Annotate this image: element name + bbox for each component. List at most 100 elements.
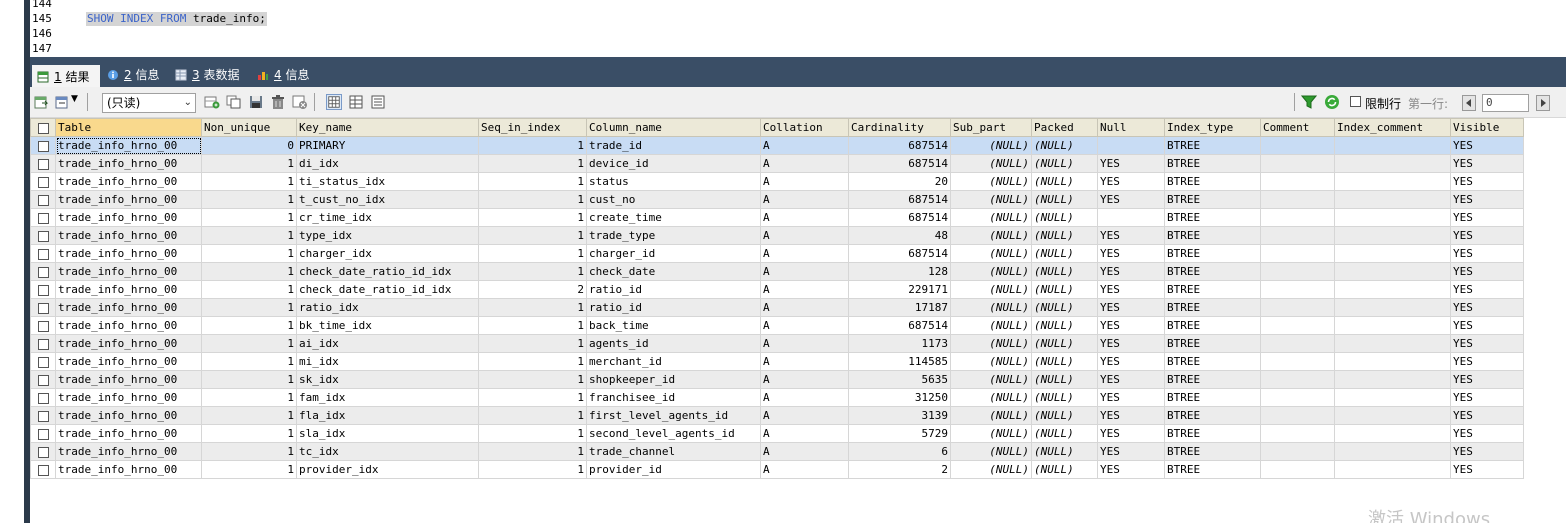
grid-cell[interactable]: BTREE [1164, 298, 1261, 317]
grid-cell[interactable] [1260, 190, 1335, 209]
grid-cell[interactable] [1260, 424, 1335, 443]
grid-cell[interactable]: YES [1450, 262, 1524, 281]
grid-cell[interactable]: 687514 [848, 154, 951, 173]
grid-cell[interactable]: ti_status_idx [296, 172, 479, 191]
row-checkbox[interactable] [37, 194, 49, 206]
grid-cell[interactable]: A [760, 226, 849, 245]
grid-cell[interactable]: 1 [478, 334, 587, 353]
grid-cell[interactable]: mi_idx [296, 352, 479, 371]
grid-cell[interactable]: 1 [201, 424, 297, 443]
grid-cell[interactable]: sla_idx [296, 424, 479, 443]
tab-results[interactable]: 1 结果 [32, 65, 100, 87]
grid-cell[interactable]: YES [1450, 298, 1524, 317]
grid-cell[interactable]: (NULL) [1031, 352, 1098, 371]
grid-cell[interactable] [1334, 172, 1451, 191]
grid-cell[interactable]: BTREE [1164, 172, 1261, 191]
grid-cell[interactable]: check_date [586, 262, 761, 281]
tab-info-2[interactable]: 4 信息 [252, 65, 322, 87]
grid-cell[interactable]: A [760, 136, 849, 155]
grid-cell[interactable]: YES [1097, 352, 1165, 371]
grid-cell[interactable] [1260, 460, 1335, 479]
grid-cell[interactable]: 1 [478, 190, 587, 209]
grid-cell[interactable]: (NULL) [950, 190, 1032, 209]
grid-cell[interactable]: YES [1450, 280, 1524, 299]
table-row[interactable]: trade_info_hrno_00 1 cr_time_idx 1 create_ti… [30, 208, 1524, 227]
grid-cell[interactable] [1334, 280, 1451, 299]
grid-cell[interactable]: trade_info_hrno_00 [55, 208, 202, 227]
text-view-icon[interactable] [370, 94, 386, 110]
grid-cell[interactable] [1334, 316, 1451, 335]
column-header[interactable]: Cardinality [848, 118, 951, 137]
grid-cell[interactable]: trade_info_hrno_00 [55, 442, 202, 461]
grid-cell[interactable]: BTREE [1164, 136, 1261, 155]
grid-cell[interactable]: 1 [201, 244, 297, 263]
grid-cell[interactable]: di_idx [296, 154, 479, 173]
grid-cell[interactable]: 1 [201, 262, 297, 281]
grid-cell[interactable]: fam_idx [296, 388, 479, 407]
row-checkbox[interactable] [37, 212, 49, 224]
grid-cell[interactable]: 128 [848, 262, 951, 281]
table-row[interactable]: trade_info_hrno_00 1 charger_idx 1 charger_i… [30, 244, 1524, 263]
grid-cell[interactable]: BTREE [1164, 280, 1261, 299]
row-checkbox[interactable] [37, 338, 49, 350]
grid-cell[interactable]: ratio_id [586, 280, 761, 299]
grid-cell[interactable]: 6 [848, 442, 951, 461]
table-row[interactable]: trade_info_hrno_00 1 tc_idx 1 trade_channel A… [30, 442, 1524, 461]
grid-cell[interactable] [1334, 334, 1451, 353]
grid-cell[interactable]: trade_info_hrno_00 [55, 154, 202, 173]
column-header[interactable]: Non_unique [201, 118, 297, 137]
grid-cell[interactable]: BTREE [1164, 208, 1261, 227]
grid-cell[interactable]: 114585 [848, 352, 951, 371]
grid-cell[interactable]: (NULL) [1031, 442, 1098, 461]
grid-cell[interactable]: BTREE [1164, 262, 1261, 281]
grid-cell[interactable] [1260, 244, 1335, 263]
grid-cell[interactable]: 5729 [848, 424, 951, 443]
table-row[interactable]: trade_info_hrno_00 1 ratio_idx 1 ratio_id A 17… [30, 298, 1524, 317]
grid-cell[interactable]: YES [1097, 460, 1165, 479]
grid-cell[interactable]: 1 [201, 334, 297, 353]
grid-cell[interactable]: 1173 [848, 334, 951, 353]
grid-cell[interactable]: YES [1097, 244, 1165, 263]
grid-cell[interactable]: 1 [201, 352, 297, 371]
grid-cell[interactable]: 1 [478, 406, 587, 425]
grid-cell[interactable]: YES [1450, 316, 1524, 335]
grid-cell[interactable]: trade_info_hrno_00 [55, 298, 202, 317]
grid-cell[interactable] [1334, 226, 1451, 245]
grid-cell[interactable]: 1 [478, 316, 587, 335]
column-header[interactable]: Packed [1031, 118, 1098, 137]
grid-cell[interactable]: (NULL) [1031, 154, 1098, 173]
grid-cell[interactable]: (NULL) [950, 298, 1032, 317]
grid-cell[interactable]: A [760, 262, 849, 281]
grid-cell[interactable]: YES [1097, 424, 1165, 443]
grid-cell[interactable] [1260, 334, 1335, 353]
grid-cell[interactable] [1260, 136, 1335, 155]
next-page-icon[interactable] [1536, 95, 1550, 111]
grid-cell[interactable] [1334, 190, 1451, 209]
grid-cell[interactable]: (NULL) [950, 226, 1032, 245]
grid-cell[interactable]: 1 [201, 190, 297, 209]
grid-cell[interactable] [1334, 208, 1451, 227]
table-row[interactable]: trade_info_hrno_00 1 type_idx 1 trade_type A 4… [30, 226, 1524, 245]
grid-cell[interactable]: trade_info_hrno_00 [55, 262, 202, 281]
row-checkbox-cell[interactable] [30, 280, 56, 299]
select-all-checkbox[interactable] [37, 122, 49, 134]
row-checkbox[interactable] [37, 248, 49, 260]
grid-cell[interactable]: (NULL) [1031, 244, 1098, 263]
discard-changes-icon[interactable] [292, 94, 308, 110]
grid-cell[interactable] [1334, 352, 1451, 371]
grid-cell[interactable]: trade_info_hrno_00 [55, 406, 202, 425]
grid-cell[interactable] [1334, 298, 1451, 317]
grid-cell[interactable]: YES [1450, 190, 1524, 209]
grid-cell[interactable]: trade_info_hrno_00 [55, 226, 202, 245]
row-checkbox[interactable] [37, 176, 49, 188]
grid-cell[interactable]: trade_info_hrno_00 [55, 172, 202, 191]
grid-cell[interactable]: (NULL) [1031, 136, 1098, 155]
grid-cell[interactable]: YES [1097, 262, 1165, 281]
chevron-down-icon[interactable]: ▼ [71, 94, 78, 104]
grid-cell[interactable]: status [586, 172, 761, 191]
grid-cell[interactable]: YES [1450, 226, 1524, 245]
grid-cell[interactable]: YES [1097, 388, 1165, 407]
grid-cell[interactable]: 31250 [848, 388, 951, 407]
row-checkbox[interactable] [37, 320, 49, 332]
grid-cell[interactable]: 1 [201, 370, 297, 389]
